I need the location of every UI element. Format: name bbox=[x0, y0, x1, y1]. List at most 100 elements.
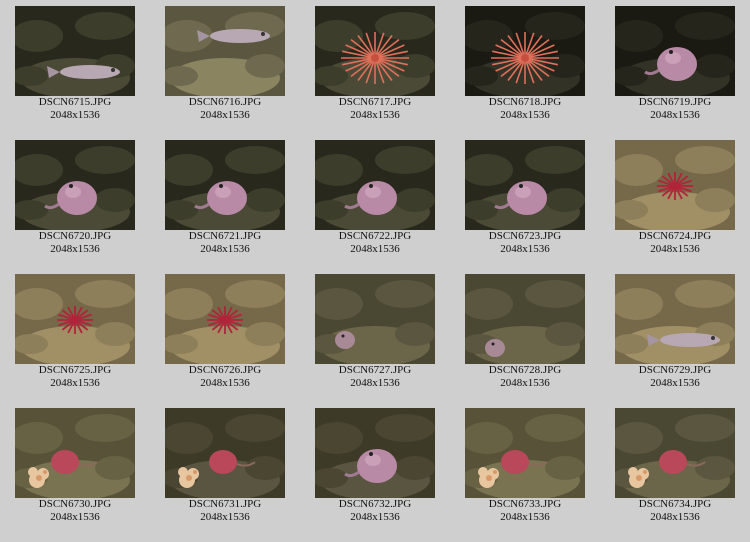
thumbnail-filename[interactable]: DSCN6720.JPG bbox=[0, 230, 150, 243]
thumbnail-filename[interactable]: DSCN6729.JPG bbox=[600, 364, 750, 377]
thumbnail-image[interactable] bbox=[615, 140, 735, 230]
photo-preview bbox=[615, 274, 735, 364]
thumbnail-dimensions: 2048x1536 bbox=[350, 109, 400, 121]
thumbnail-cell[interactable]: DSCN6726.JPG 2048x1536 bbox=[150, 268, 300, 402]
thumbnail-dimensions: 2048x1536 bbox=[200, 109, 250, 121]
photo-preview bbox=[615, 140, 735, 230]
photo-preview bbox=[165, 274, 285, 364]
thumbnail-filename[interactable]: DSCN6724.JPG bbox=[600, 230, 750, 243]
thumbnail-image[interactable] bbox=[465, 6, 585, 96]
thumbnail-filename[interactable]: DSCN6725.JPG bbox=[0, 364, 150, 377]
thumbnail-filename[interactable]: DSCN6733.JPG bbox=[450, 498, 600, 511]
photo-preview bbox=[465, 6, 585, 96]
thumbnail-cell[interactable]: DSCN6732.JPG 2048x1536 bbox=[300, 402, 450, 536]
thumbnail-dimensions: 2048x1536 bbox=[350, 243, 400, 255]
thumbnail-filename[interactable]: DSCN6726.JPG bbox=[150, 364, 300, 377]
thumbnail-cell[interactable]: DSCN6717.JPG 2048x1536 bbox=[300, 0, 450, 134]
thumbnail-cell[interactable]: DSCN6728.JPG 2048x1536 bbox=[450, 268, 600, 402]
thumbnail-dimensions: 2048x1536 bbox=[50, 109, 100, 121]
thumbnail-cell[interactable]: DSCN6721.JPG 2048x1536 bbox=[150, 134, 300, 268]
thumbnail-filename[interactable]: DSCN6719.JPG bbox=[600, 96, 750, 109]
thumbnail-image[interactable] bbox=[465, 274, 585, 364]
thumbnail-dimensions: 2048x1536 bbox=[500, 109, 550, 121]
photo-preview bbox=[15, 408, 135, 498]
photo-preview bbox=[165, 408, 285, 498]
thumbnail-cell[interactable]: DSCN6715.JPG 2048x1536 bbox=[0, 0, 150, 134]
photo-preview bbox=[315, 408, 435, 498]
thumbnail-cell[interactable]: DSCN6727.JPG 2048x1536 bbox=[300, 268, 450, 402]
thumbnail-image[interactable] bbox=[165, 408, 285, 498]
thumbnail-cell[interactable]: DSCN6733.JPG 2048x1536 bbox=[450, 402, 600, 536]
thumbnail-cell[interactable]: DSCN6729.JPG 2048x1536 bbox=[600, 268, 750, 402]
thumbnail-cell[interactable]: DSCN6722.JPG 2048x1536 bbox=[300, 134, 450, 268]
photo-preview bbox=[465, 408, 585, 498]
photo-preview bbox=[165, 6, 285, 96]
thumbnail-cell[interactable]: DSCN6716.JPG 2048x1536 bbox=[150, 0, 300, 134]
thumbnail-filename[interactable]: DSCN6723.JPG bbox=[450, 230, 600, 243]
thumbnail-filename[interactable]: DSCN6722.JPG bbox=[300, 230, 450, 243]
thumbnail-image[interactable] bbox=[615, 274, 735, 364]
thumbnail-image[interactable] bbox=[315, 408, 435, 498]
photo-preview bbox=[15, 6, 135, 96]
thumbnail-dimensions: 2048x1536 bbox=[650, 511, 700, 523]
thumbnail-grid: DSCN6715.JPG 2048x1536 DSCN6716.JPG 2048… bbox=[0, 0, 750, 542]
thumbnail-image[interactable] bbox=[315, 6, 435, 96]
thumbnail-filename[interactable]: DSCN6721.JPG bbox=[150, 230, 300, 243]
thumbnail-dimensions: 2048x1536 bbox=[650, 243, 700, 255]
photo-preview bbox=[315, 140, 435, 230]
thumbnail-image[interactable] bbox=[165, 6, 285, 96]
thumbnail-image[interactable] bbox=[465, 408, 585, 498]
thumbnail-dimensions: 2048x1536 bbox=[650, 109, 700, 121]
photo-preview bbox=[165, 140, 285, 230]
thumbnail-filename[interactable]: DSCN6732.JPG bbox=[300, 498, 450, 511]
thumbnail-dimensions: 2048x1536 bbox=[350, 377, 400, 389]
thumbnail-cell[interactable]: DSCN6724.JPG 2048x1536 bbox=[600, 134, 750, 268]
photo-preview bbox=[465, 274, 585, 364]
thumbnail-dimensions: 2048x1536 bbox=[200, 511, 250, 523]
thumbnail-cell[interactable]: DSCN6719.JPG 2048x1536 bbox=[600, 0, 750, 134]
thumbnail-dimensions: 2048x1536 bbox=[500, 243, 550, 255]
thumbnail-cell[interactable]: DSCN6725.JPG 2048x1536 bbox=[0, 268, 150, 402]
photo-preview bbox=[15, 140, 135, 230]
thumbnail-image[interactable] bbox=[165, 274, 285, 364]
thumbnail-filename[interactable]: DSCN6718.JPG bbox=[450, 96, 600, 109]
thumbnail-dimensions: 2048x1536 bbox=[500, 377, 550, 389]
thumbnail-filename[interactable]: DSCN6734.JPG bbox=[600, 498, 750, 511]
thumbnail-dimensions: 2048x1536 bbox=[50, 511, 100, 523]
thumbnail-cell[interactable]: DSCN6718.JPG 2048x1536 bbox=[450, 0, 600, 134]
photo-preview bbox=[615, 408, 735, 498]
thumbnail-filename[interactable]: DSCN6731.JPG bbox=[150, 498, 300, 511]
thumbnail-filename[interactable]: DSCN6727.JPG bbox=[300, 364, 450, 377]
thumbnail-dimensions: 2048x1536 bbox=[500, 511, 550, 523]
thumbnail-image[interactable] bbox=[315, 274, 435, 364]
thumbnail-dimensions: 2048x1536 bbox=[650, 377, 700, 389]
thumbnail-dimensions: 2048x1536 bbox=[200, 377, 250, 389]
thumbnail-cell[interactable]: DSCN6731.JPG 2048x1536 bbox=[150, 402, 300, 536]
thumbnail-image[interactable] bbox=[15, 6, 135, 96]
thumbnail-image[interactable] bbox=[15, 408, 135, 498]
thumbnail-filename[interactable]: DSCN6730.JPG bbox=[0, 498, 150, 511]
thumbnail-image[interactable] bbox=[615, 6, 735, 96]
thumbnail-dimensions: 2048x1536 bbox=[350, 511, 400, 523]
thumbnail-image[interactable] bbox=[15, 140, 135, 230]
thumbnail-filename[interactable]: DSCN6715.JPG bbox=[0, 96, 150, 109]
photo-preview bbox=[615, 6, 735, 96]
photo-preview bbox=[15, 274, 135, 364]
thumbnail-cell[interactable]: DSCN6723.JPG 2048x1536 bbox=[450, 134, 600, 268]
thumbnail-filename[interactable]: DSCN6728.JPG bbox=[450, 364, 600, 377]
thumbnail-image[interactable] bbox=[15, 274, 135, 364]
thumbnail-cell[interactable]: DSCN6730.JPG 2048x1536 bbox=[0, 402, 150, 536]
thumbnail-dimensions: 2048x1536 bbox=[50, 377, 100, 389]
thumbnail-cell[interactable]: DSCN6734.JPG 2048x1536 bbox=[600, 402, 750, 536]
thumbnail-dimensions: 2048x1536 bbox=[50, 243, 100, 255]
thumbnail-cell[interactable]: DSCN6720.JPG 2048x1536 bbox=[0, 134, 150, 268]
thumbnail-image[interactable] bbox=[465, 140, 585, 230]
photo-preview bbox=[315, 274, 435, 364]
photo-preview bbox=[465, 140, 585, 230]
thumbnail-dimensions: 2048x1536 bbox=[200, 243, 250, 255]
thumbnail-image[interactable] bbox=[165, 140, 285, 230]
thumbnail-image[interactable] bbox=[315, 140, 435, 230]
thumbnail-filename[interactable]: DSCN6717.JPG bbox=[300, 96, 450, 109]
thumbnail-image[interactable] bbox=[615, 408, 735, 498]
thumbnail-filename[interactable]: DSCN6716.JPG bbox=[150, 96, 300, 109]
